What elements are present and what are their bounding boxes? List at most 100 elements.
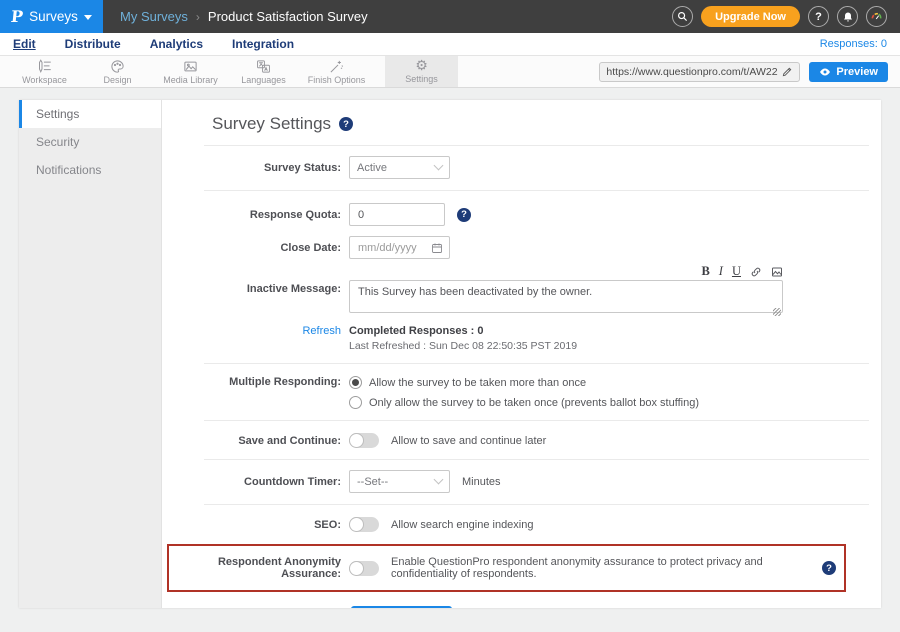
countdown-timer-label: Countdown Timer: — [162, 476, 349, 488]
upgrade-now-button[interactable]: Upgrade Now — [701, 6, 800, 27]
survey-settings-form: Survey Settings ? Survey Status: Active … — [162, 100, 881, 608]
surveys-menu-label: Surveys — [29, 9, 78, 24]
gauge-icon — [870, 10, 883, 23]
workspace-icon — [37, 59, 52, 74]
survey-status-row: Survey Status: Active — [162, 156, 881, 179]
completed-responses-text: Completed Responses : 0 — [349, 325, 577, 337]
palette-icon — [110, 59, 125, 74]
insert-image-button[interactable] — [771, 266, 783, 278]
save-and-continue-toggle[interactable] — [349, 433, 379, 448]
preview-button[interactable]: Preview — [809, 62, 888, 82]
help-button[interactable]: ? — [808, 6, 829, 27]
divider — [204, 363, 869, 364]
tab-analytics[interactable]: Analytics — [150, 37, 203, 51]
close-date-label: Close Date: — [162, 242, 349, 254]
magic-wand-icon — [329, 59, 344, 74]
radio-take-more-than-once[interactable] — [349, 376, 362, 389]
pencil-icon — [782, 66, 793, 77]
link-icon — [750, 266, 762, 278]
header-actions: Upgrade Now ? — [672, 6, 900, 27]
tab-edit[interactable]: Edit — [13, 37, 36, 51]
italic-button[interactable]: I — [719, 265, 723, 278]
page-title: Survey Settings — [212, 114, 331, 134]
respondent-anonymity-highlight-box: Respondent Anonymity Assurance: Enable Q… — [167, 544, 846, 592]
toolbar-design[interactable]: Design — [81, 56, 154, 87]
responses-count: Responses: 0 — [820, 38, 887, 50]
tab-integration[interactable]: Integration — [232, 37, 294, 51]
save-changes-button[interactable]: Save Changes — [351, 606, 452, 608]
radio-take-once[interactable] — [349, 396, 362, 409]
toolbar-finish-options[interactable]: Finish Options — [300, 56, 373, 87]
notifications-button[interactable] — [837, 6, 858, 27]
save-and-continue-row: Save and Continue: Allow to save and con… — [162, 433, 881, 448]
divider — [204, 145, 869, 146]
bold-button[interactable]: B — [701, 265, 709, 278]
chevron-down-icon — [434, 161, 444, 171]
account-gauge-button[interactable] — [866, 6, 887, 27]
rich-text-toolbar: B I U — [349, 265, 783, 278]
completed-responses-row: Refresh Completed Responses : 0 Last Ref… — [162, 325, 881, 352]
anonymity-toggle[interactable] — [349, 561, 379, 576]
resize-handle[interactable] — [773, 308, 781, 316]
questionpro-logo: P — [10, 7, 24, 26]
link-button[interactable] — [750, 266, 762, 278]
inactive-message-label: Inactive Message: — [162, 265, 349, 295]
underline-button[interactable]: U — [732, 265, 741, 278]
anonymity-help-icon[interactable]: ? — [822, 561, 836, 575]
inactive-message-row: Inactive Message: B I U — [162, 265, 881, 318]
seo-label: SEO: — [162, 519, 349, 531]
section-tabs: Edit Distribute Analytics Integration Re… — [0, 33, 900, 56]
response-quota-input[interactable] — [349, 203, 445, 226]
divider — [204, 504, 869, 505]
search-button[interactable] — [672, 6, 693, 27]
settings-sidebar: Settings Security Notifications — [19, 100, 162, 608]
close-date-row: Close Date: — [162, 236, 881, 259]
countdown-timer-row: Countdown Timer: --Set-- Minutes — [162, 470, 881, 493]
refresh-link[interactable]: Refresh — [302, 325, 341, 337]
survey-settings-help-icon[interactable]: ? — [339, 117, 353, 131]
inactive-message-textarea[interactable]: This Survey has been deactivated by the … — [349, 280, 783, 313]
anonymity-label: Respondent Anonymity Assurance: — [169, 556, 349, 580]
content-panel: Settings Security Notifications Survey S… — [19, 100, 881, 608]
last-refreshed-text: Last Refreshed : Sun Dec 08 22:50:35 PST… — [349, 340, 577, 352]
divider — [204, 459, 869, 460]
top-header: P Surveys My Surveys › Product Satisfact… — [0, 0, 900, 33]
countdown-timer-select[interactable]: --Set-- — [349, 470, 450, 493]
survey-url-field[interactable]: https://www.questionpro.com/t/AW22Zf4yf — [599, 62, 800, 82]
survey-status-select[interactable]: Active — [349, 156, 450, 179]
toolbar-settings[interactable]: ⚙ Settings — [385, 56, 458, 87]
seo-toggle[interactable] — [349, 517, 379, 532]
gear-icon: ⚙ — [415, 59, 428, 73]
edit-toolbar: Workspace Design Media Library Languages… — [0, 56, 900, 88]
sidebar-item-settings[interactable]: Settings — [19, 100, 161, 128]
survey-status-label: Survey Status: — [162, 162, 349, 174]
translate-icon — [256, 59, 271, 74]
image-icon — [183, 59, 198, 74]
chevron-down-icon — [84, 15, 92, 20]
multiple-responding-label: Multiple Responding: — [162, 376, 349, 388]
image-icon — [771, 266, 783, 278]
response-quota-row: Response Quota: ? — [162, 203, 881, 226]
survey-url-text: https://www.questionpro.com/t/AW22Zf4yf — [606, 66, 778, 78]
tab-distribute[interactable]: Distribute — [65, 37, 121, 51]
breadcrumb-separator: › — [196, 10, 200, 24]
close-date-input[interactable] — [349, 236, 450, 259]
response-quota-label: Response Quota: — [162, 209, 349, 221]
surveys-app-menu[interactable]: P Surveys — [0, 0, 103, 33]
breadcrumb-my-surveys[interactable]: My Surveys — [120, 9, 188, 24]
sidebar-item-security[interactable]: Security — [19, 128, 161, 156]
toolbar-media-library[interactable]: Media Library — [154, 56, 227, 87]
response-quota-help-icon[interactable]: ? — [457, 208, 471, 222]
toolbar-workspace[interactable]: Workspace — [8, 56, 81, 87]
save-and-continue-label: Save and Continue: — [162, 435, 349, 447]
eye-icon — [819, 66, 831, 78]
divider — [204, 420, 869, 421]
edit-url-button[interactable] — [778, 66, 793, 77]
sidebar-item-notifications[interactable]: Notifications — [19, 156, 161, 184]
chevron-down-icon — [434, 475, 444, 485]
breadcrumb-current-survey: Product Satisfaction Survey — [208, 9, 368, 24]
search-icon — [677, 11, 688, 22]
multiple-responding-row: Multiple Responding: Allow the survey to… — [162, 376, 881, 409]
toolbar-languages[interactable]: Languages — [227, 56, 300, 87]
toolbar-right: https://www.questionpro.com/t/AW22Zf4yf … — [599, 56, 900, 87]
